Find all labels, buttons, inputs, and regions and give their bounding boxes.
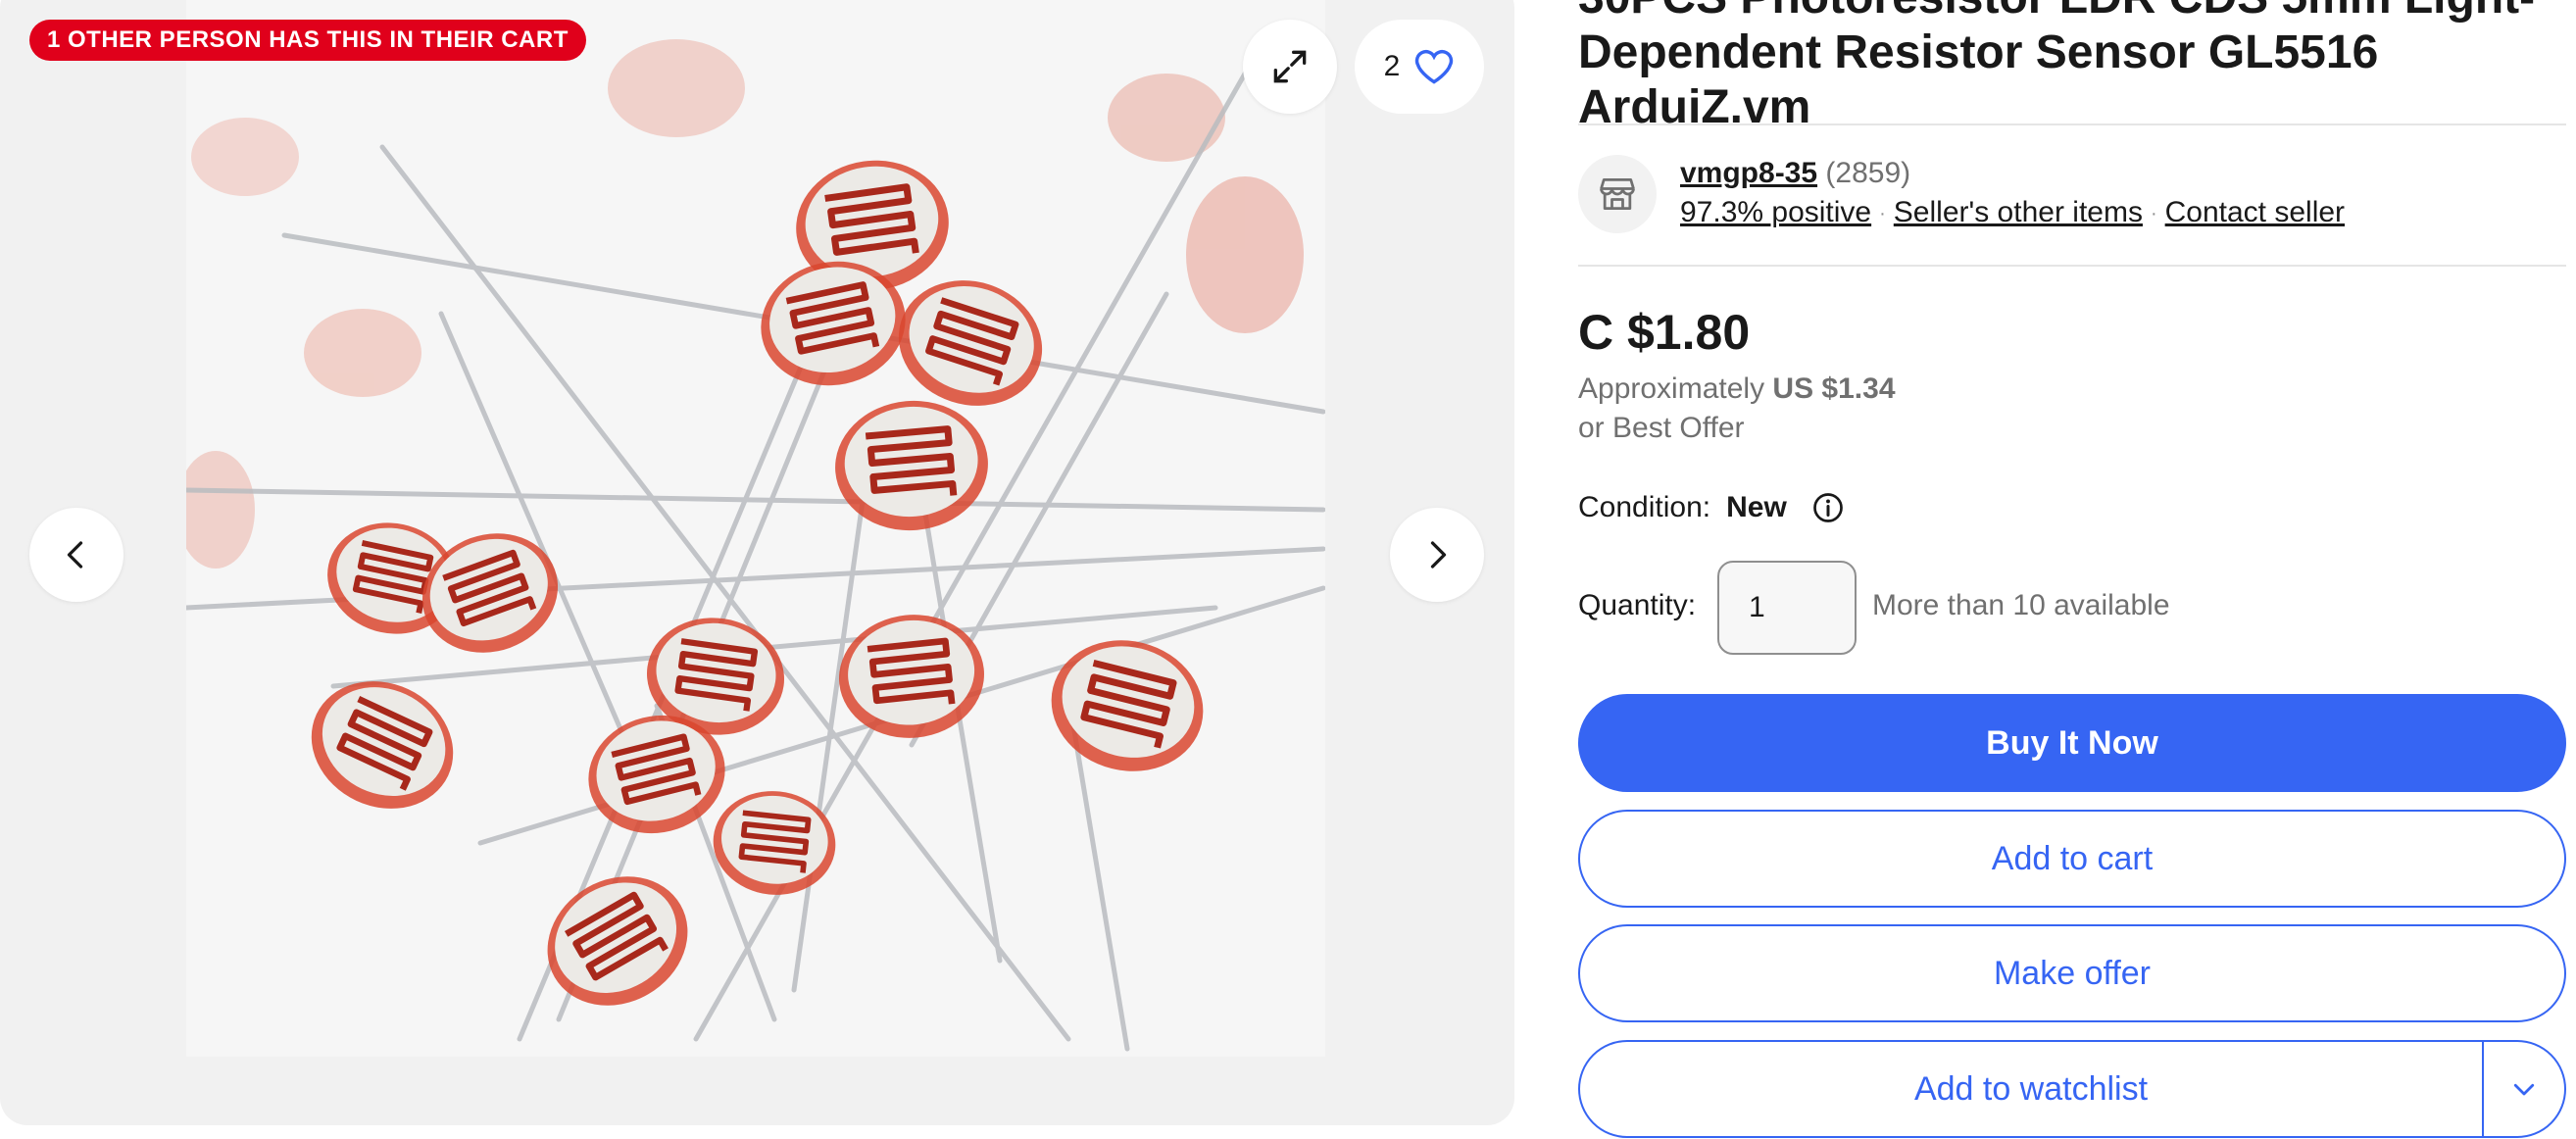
availability-text: More than 10 available [1872, 589, 2170, 621]
add-to-watchlist-button[interactable]: Add to watchlist [1578, 1040, 2566, 1138]
quantity-input[interactable] [1717, 561, 1857, 655]
seller-name-link[interactable]: vmgp8-35 [1680, 157, 1817, 189]
product-photo[interactable] [186, 0, 1325, 1057]
separator-dot: · [1879, 202, 1886, 224]
condition-value: New [1726, 491, 1787, 523]
chevron-left-icon [67, 541, 83, 569]
cart-activity-badge: 1 OTHER PERSON HAS THIS IN THEIR CART [29, 20, 586, 61]
quantity-label: Quantity: [1578, 589, 1697, 621]
seller-feedback-count: (2859) [1825, 157, 1911, 189]
seller-name-row: vmgp8-35 (2859) [1680, 157, 1910, 190]
watch-count-button[interactable]: 2 [1355, 20, 1484, 114]
contact-seller-link[interactable]: Contact seller [2165, 196, 2345, 228]
chevron-down-icon [2513, 1083, 2535, 1096]
expand-icon [1273, 50, 1307, 83]
best-offer-note: or Best Offer [1578, 412, 1745, 444]
next-image-button[interactable] [1390, 508, 1484, 602]
add-to-cart-button[interactable]: Add to cart [1578, 810, 2566, 908]
approx-prefix: Approximately [1578, 372, 1765, 405]
buy-it-now-label: Buy It Now [1986, 723, 2158, 762]
make-offer-button[interactable]: Make offer [1578, 924, 2566, 1022]
heart-icon [1415, 49, 1454, 84]
seller-links-row: 97.3% positive · Seller's other items · Cont… [1680, 196, 2345, 229]
add-to-cart-label: Add to cart [1991, 839, 2154, 877]
add-to-watchlist-label: Add to watchlist [1913, 1069, 2149, 1108]
divider [1578, 265, 2566, 267]
previous-image-button[interactable] [29, 508, 124, 602]
watch-count: 2 [1383, 50, 1401, 82]
approximate-price: Approximately US $1.34 [1578, 372, 1896, 406]
item-price: C $1.80 [1578, 305, 1751, 360]
condition-label: Condition: [1578, 491, 1711, 523]
seller-avatar[interactable] [1578, 155, 1657, 233]
item-title: 30PCS Photoresistor LDR CDS 5mm Light-De… [1578, 0, 2535, 133]
info-icon[interactable] [1810, 490, 1846, 525]
separator-dot: · [2150, 202, 2157, 224]
watchlist-dropdown-button[interactable] [2484, 1042, 2564, 1136]
buy-it-now-button[interactable]: Buy It Now [1578, 694, 2566, 792]
approx-usd-price: US $1.34 [1772, 372, 1896, 405]
chevron-right-icon [1430, 541, 1447, 569]
condition-row: Condition: New [1578, 490, 1846, 525]
seller-other-items-link[interactable]: Seller's other items [1894, 196, 2143, 228]
divider [1578, 124, 2566, 125]
store-icon [1600, 177, 1635, 211]
seller-positive-link[interactable]: 97.3% positive [1680, 196, 1871, 228]
image-gallery: 1 OTHER PERSON HAS THIS IN THEIR CART 2 [0, 0, 1514, 1125]
photoresistor-image [186, 0, 1325, 1057]
make-offer-label: Make offer [1993, 954, 2151, 992]
expand-image-button[interactable] [1243, 20, 1337, 114]
